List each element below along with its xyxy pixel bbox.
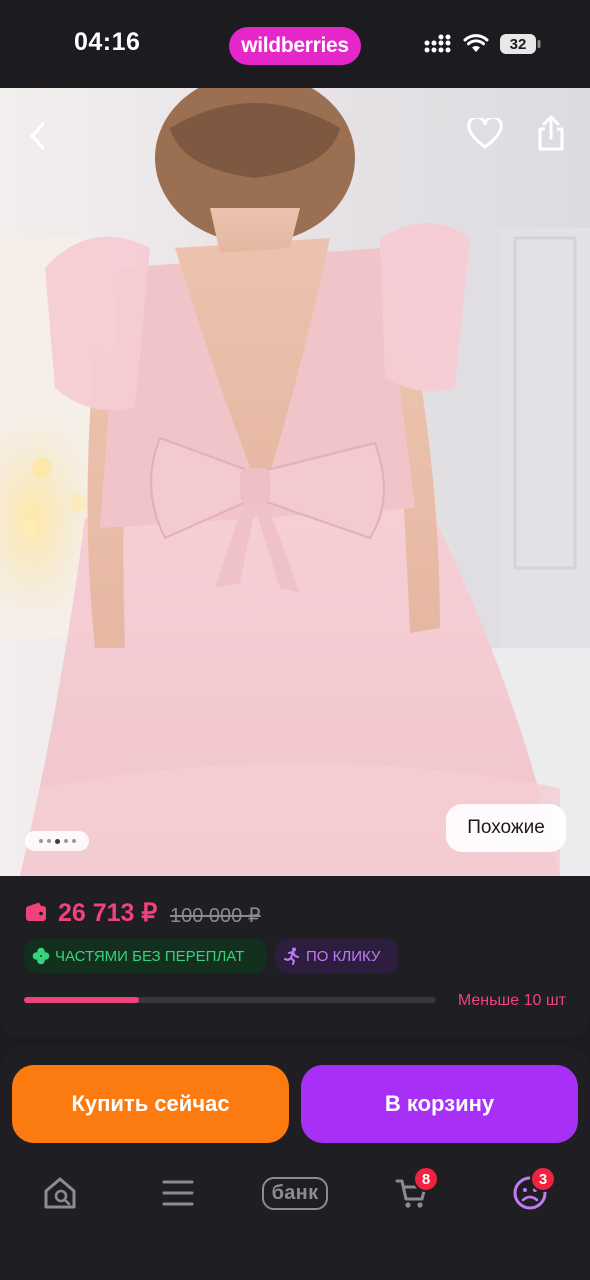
share-icon bbox=[538, 115, 564, 151]
status-bar: 04:16 wildberries 32 bbox=[0, 0, 590, 88]
clover-icon bbox=[32, 947, 50, 965]
heart-icon bbox=[467, 118, 503, 149]
stock-progress-bar bbox=[24, 997, 436, 1003]
gallery-dot bbox=[46, 839, 51, 843]
stock-text: Меньше 10 шт bbox=[457, 992, 566, 1009]
home-search-icon bbox=[44, 1177, 76, 1209]
profile-count-badge: 3 bbox=[530, 1166, 556, 1192]
installments-label: ЧАСТЯМИ БЕЗ ПЕРЕПЛАТ bbox=[55, 947, 245, 965]
wifi-icon bbox=[463, 34, 489, 52]
nav-home[interactable] bbox=[40, 1170, 80, 1216]
bank-label: банк bbox=[261, 1176, 329, 1210]
status-time: 04:16 bbox=[74, 28, 141, 56]
cart-count-badge: 8 bbox=[413, 1166, 439, 1192]
battery-level: 32 bbox=[509, 35, 527, 53]
menu-icon bbox=[162, 1180, 194, 1206]
one-click-badge[interactable]: ПО КЛИКУ bbox=[275, 939, 398, 973]
back-button[interactable] bbox=[18, 116, 58, 156]
price-current: 26 713 ₽ bbox=[58, 899, 158, 927]
gallery-dot bbox=[63, 839, 68, 843]
stock-progress-fill bbox=[24, 997, 140, 1003]
price-old: 100 000 ₽ bbox=[170, 905, 261, 927]
similar-products-button[interactable]: Похожие bbox=[446, 804, 566, 852]
running-person-icon bbox=[284, 947, 299, 965]
share-button[interactable] bbox=[531, 112, 571, 154]
installments-badge[interactable]: ЧАСТЯМИ БЕЗ ПЕРЕПЛАТ bbox=[24, 939, 267, 973]
product-image[interactable] bbox=[0, 88, 590, 876]
favorite-button[interactable] bbox=[465, 114, 505, 154]
buy-now-button[interactable]: Купить сейчас bbox=[12, 1065, 289, 1143]
nav-catalog[interactable] bbox=[158, 1170, 198, 1216]
cellular-signal-icon bbox=[424, 34, 451, 53]
gallery-pagination bbox=[25, 831, 89, 851]
gallery-dot bbox=[71, 839, 76, 843]
wallet-icon bbox=[26, 902, 46, 921]
one-click-label: ПО КЛИКУ bbox=[306, 947, 381, 965]
chevron-left-icon bbox=[30, 122, 45, 150]
add-to-cart-button[interactable]: В корзину bbox=[301, 1065, 578, 1143]
gallery-dot-active bbox=[54, 838, 60, 844]
gallery-dot bbox=[38, 839, 43, 843]
nav-bank[interactable]: банк bbox=[256, 1170, 334, 1216]
brand-logo[interactable]: wildberries bbox=[229, 27, 361, 65]
product-photo bbox=[0, 88, 590, 876]
